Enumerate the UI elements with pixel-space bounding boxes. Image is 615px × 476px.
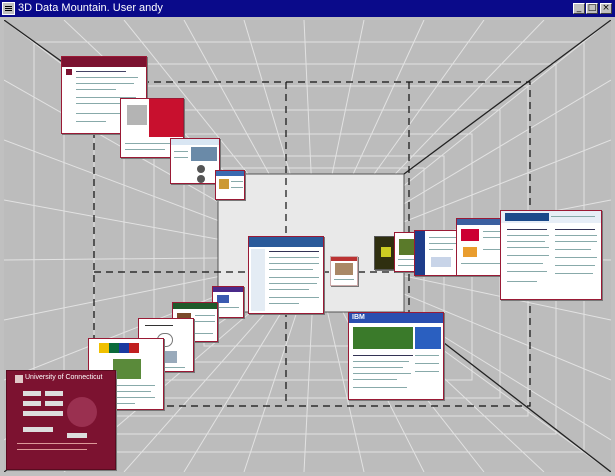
web-page-thumbnail[interactable] [456, 218, 506, 276]
web-page-thumbnail[interactable] [500, 210, 602, 300]
web-page-thumbnail[interactable]: IBM [348, 312, 444, 400]
web-page-thumbnail-selected[interactable]: University of Connecticut [6, 370, 116, 470]
web-page-thumbnail[interactable] [248, 236, 324, 314]
web-page-thumbnail[interactable] [414, 230, 460, 276]
web-page-thumbnail[interactable] [374, 236, 396, 270]
uconn-page-title: University of Connecticut [25, 374, 103, 381]
data-mountain-canvas[interactable]: IBM University of Connecticut [4, 20, 611, 472]
ibm-logo-text: IBM [352, 314, 365, 321]
close-icon[interactable]: × [600, 3, 612, 14]
web-page-thumbnail[interactable] [330, 256, 358, 286]
minimize-icon[interactable]: _ [573, 3, 585, 14]
maximize-icon[interactable]: □ [586, 3, 598, 14]
window-title: 3D Data Mountain. User andy [18, 2, 163, 14]
app-window: 3D Data Mountain. User andy _ □ × IBM Un… [0, 0, 615, 476]
web-page-thumbnail[interactable] [170, 138, 220, 184]
title-bar[interactable]: 3D Data Mountain. User andy _ □ × [0, 0, 615, 17]
system-menu-icon[interactable] [2, 2, 15, 15]
web-page-thumbnail[interactable] [215, 170, 245, 200]
